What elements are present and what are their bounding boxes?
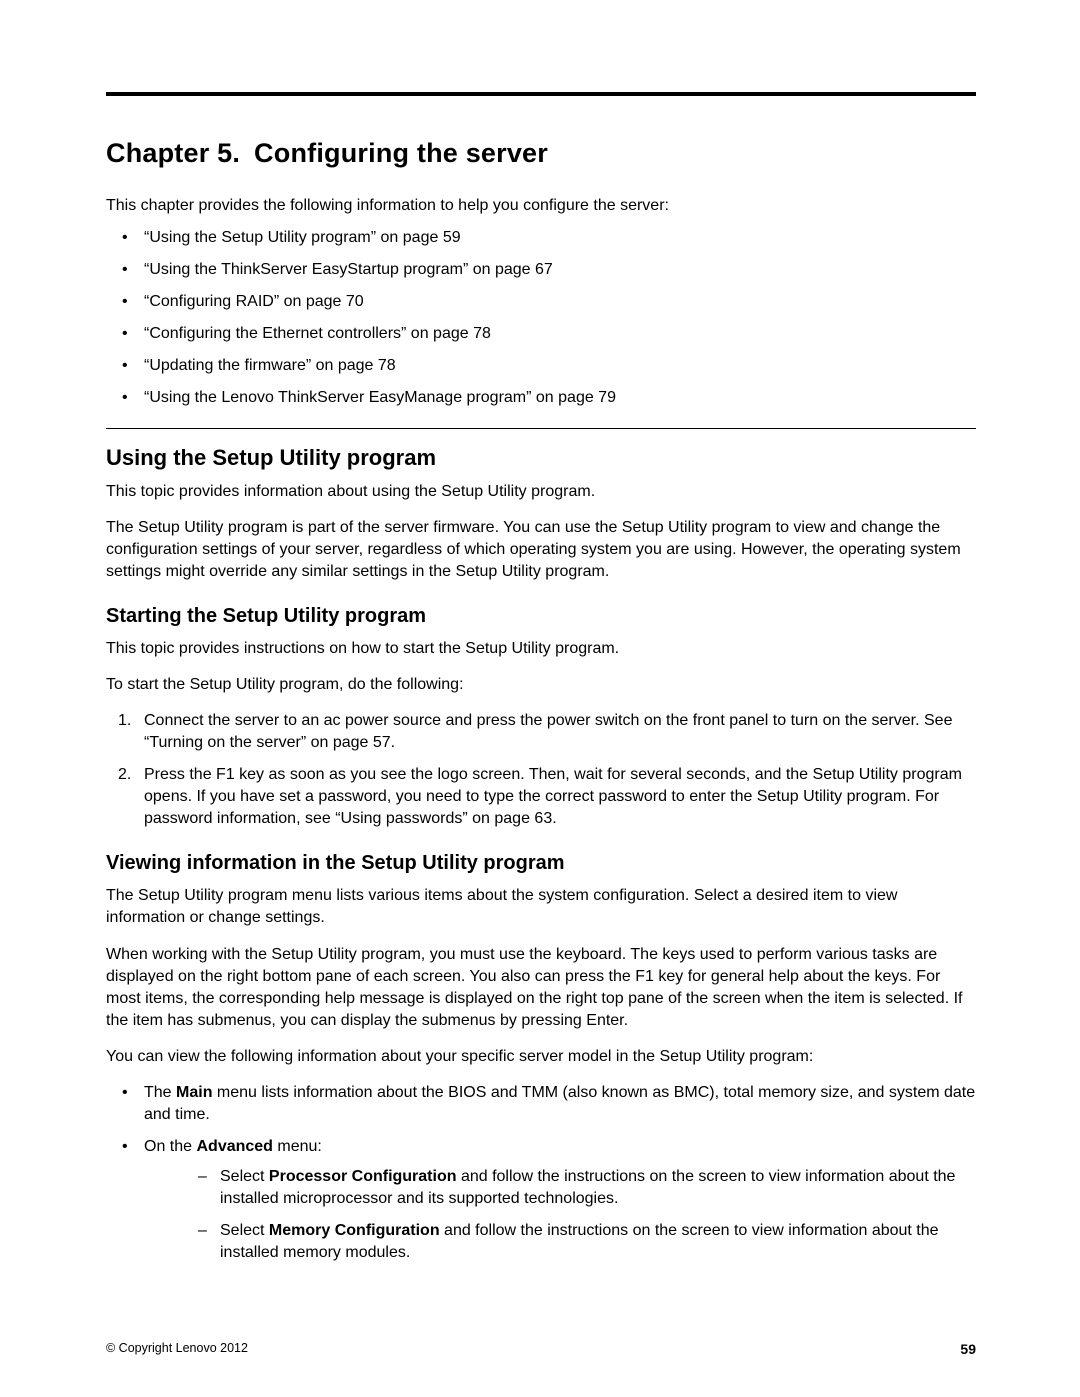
subsection-heading-starting: Starting the Setup Utility program <box>106 605 976 628</box>
document-page: Chapter 5. Configuring the server This ch… <box>0 0 1080 1397</box>
chapter-label: Chapter 5. <box>106 138 240 168</box>
toc-item: “Configuring RAID” on page 70 <box>106 291 976 313</box>
bold-advanced: Advanced <box>196 1138 272 1155</box>
paragraph: You can view the following information a… <box>106 1046 976 1068</box>
list-item: On the Advanced menu: Select Processor C… <box>106 1136 976 1264</box>
list-item: Select Processor Configuration and follo… <box>182 1166 976 1210</box>
list-item: Select Memory Configuration and follow t… <box>182 1220 976 1264</box>
subsection-heading-viewing: Viewing information in the Setup Utility… <box>106 852 976 875</box>
chapter-name: Configuring the server <box>254 138 548 168</box>
text: Select <box>220 1168 269 1185</box>
paragraph: This topic provides instructions on how … <box>106 638 976 660</box>
paragraph: The Setup Utility program menu lists var… <box>106 885 976 929</box>
bold-memory-config: Memory Configuration <box>269 1222 440 1239</box>
text: On the <box>144 1138 196 1155</box>
nested-list: Select Processor Configuration and follo… <box>182 1166 976 1264</box>
bold-main: Main <box>176 1084 212 1101</box>
toc-item: “Using the Lenovo ThinkServer EasyManage… <box>106 387 976 409</box>
info-bullet-list: The Main menu lists information about th… <box>106 1082 976 1265</box>
toc-item: “Updating the firmware” on page 78 <box>106 355 976 377</box>
section-divider <box>106 428 976 429</box>
list-item: The Main menu lists information about th… <box>106 1082 976 1126</box>
steps-list: Connect the server to an ac power source… <box>106 710 976 830</box>
paragraph: The Setup Utility program is part of the… <box>106 517 976 583</box>
toc-item: “Using the Setup Utility program” on pag… <box>106 227 976 249</box>
step-item: Press the F1 key as soon as you see the … <box>106 764 976 830</box>
chapter-toc-list: “Using the Setup Utility program” on pag… <box>106 227 976 409</box>
text: menu lists information about the BIOS an… <box>144 1084 975 1123</box>
step-item: Connect the server to an ac power source… <box>106 710 976 754</box>
toc-item: “Using the ThinkServer EasyStartup progr… <box>106 259 976 281</box>
section-heading-setup-utility: Using the Setup Utility program <box>106 445 976 471</box>
copyright-text: © Copyright Lenovo 2012 <box>106 1341 248 1357</box>
toc-item: “Configuring the Ethernet controllers” o… <box>106 323 976 345</box>
text: The <box>144 1084 176 1101</box>
text: menu: <box>273 1138 322 1155</box>
top-horizontal-rule <box>106 92 976 96</box>
nested-list-container: Select Processor Configuration and follo… <box>182 1166 976 1264</box>
text: Select <box>220 1222 269 1239</box>
paragraph: To start the Setup Utility program, do t… <box>106 674 976 696</box>
chapter-intro: This chapter provides the following info… <box>106 195 976 217</box>
bold-processor-config: Processor Configuration <box>269 1168 457 1185</box>
chapter-title: Chapter 5. Configuring the server <box>106 138 976 169</box>
paragraph: This topic provides information about us… <box>106 481 976 503</box>
page-number: 59 <box>960 1341 976 1357</box>
paragraph: When working with the Setup Utility prog… <box>106 944 976 1032</box>
page-footer: © Copyright Lenovo 2012 59 <box>106 1341 976 1357</box>
